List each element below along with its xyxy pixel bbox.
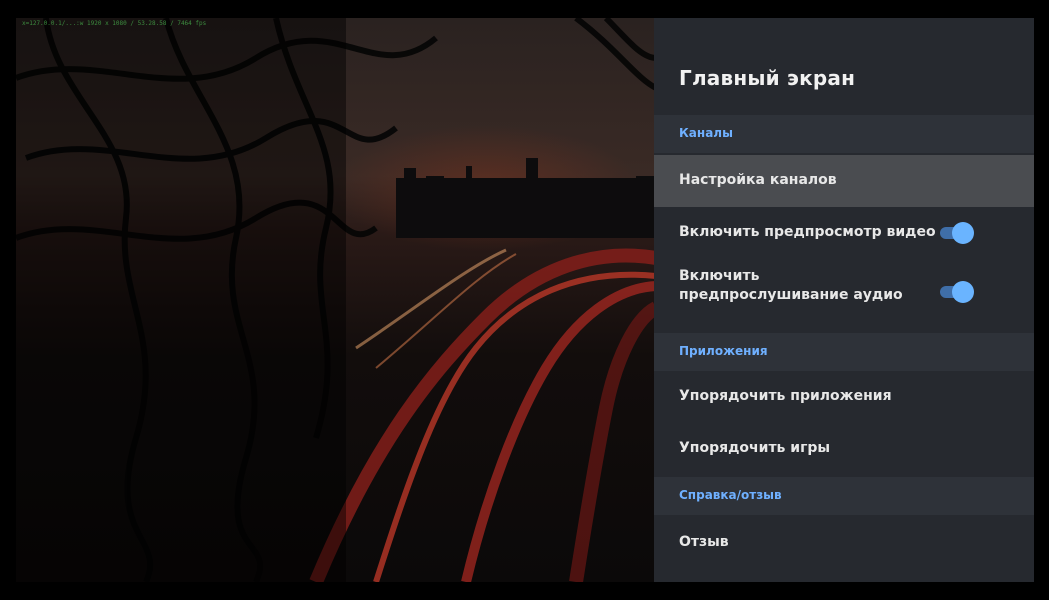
section-header-apps: Приложения bbox=[654, 333, 1034, 371]
section-header-channels: Каналы bbox=[654, 115, 1034, 153]
toggle-knob bbox=[952, 281, 974, 303]
menu-item-label: Отзыв bbox=[679, 534, 729, 550]
toggle-knob bbox=[952, 222, 974, 244]
city-highway-image bbox=[16, 18, 656, 582]
menu-item-label: Включить предпрослушивание аудио bbox=[679, 268, 903, 303]
debug-overlay-text: x=127.0.0.1/...:w 1920 x 1080 / 53.28.58… bbox=[22, 20, 207, 27]
section-header-help: Справка/отзыв bbox=[654, 477, 1034, 515]
settings-panel: Главный экран Каналы Настройка каналов В… bbox=[654, 18, 1034, 582]
menu-item-label: Включить предпросмотр видео bbox=[679, 224, 936, 240]
audio-preview-toggle[interactable] bbox=[938, 281, 974, 303]
menu-item-feedback[interactable]: Отзыв bbox=[654, 517, 1034, 569]
menu-item-sort-games[interactable]: Упорядочить игры bbox=[654, 423, 1034, 475]
menu-item-label: Настройка каналов bbox=[679, 172, 837, 188]
menu-item-label: Упорядочить приложения bbox=[679, 388, 892, 404]
menu-item-audio-preview[interactable]: Включить предпрослушивание аудио bbox=[654, 259, 1034, 319]
section-header-label: Каналы bbox=[679, 126, 733, 140]
menu-item-label: Упорядочить игры bbox=[679, 440, 831, 456]
background-wallpaper: x=127.0.0.1/...:w 1920 x 1080 / 53.28.58… bbox=[16, 18, 656, 582]
panel-title: Главный экран bbox=[679, 66, 856, 90]
menu-item-channel-setup[interactable]: Настройка каналов bbox=[654, 155, 1034, 207]
section-header-label: Справка/отзыв bbox=[679, 488, 782, 502]
section-header-label: Приложения bbox=[679, 344, 768, 358]
menu-item-video-preview[interactable]: Включить предпросмотр видео bbox=[654, 207, 1034, 259]
video-preview-toggle[interactable] bbox=[938, 222, 974, 244]
menu-item-sort-apps[interactable]: Упорядочить приложения bbox=[654, 371, 1034, 423]
tv-screen: x=127.0.0.1/...:w 1920 x 1080 / 53.28.58… bbox=[16, 18, 1034, 582]
